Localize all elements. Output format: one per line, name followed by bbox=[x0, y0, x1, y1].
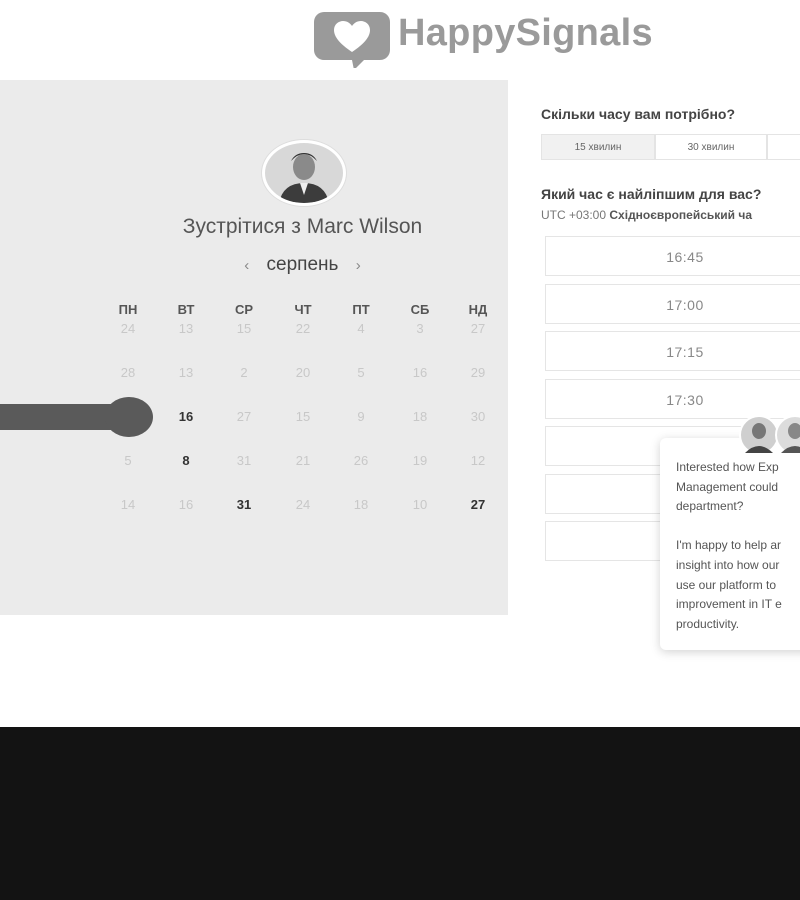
calendar-day: 13 bbox=[178, 365, 194, 380]
calendar-day-available[interactable]: 27 bbox=[458, 497, 498, 512]
duration-question: Скільки часу вам потрібно? bbox=[541, 106, 736, 122]
calendar-day-available[interactable]: 31 bbox=[224, 497, 264, 512]
calendar-day: 18 bbox=[353, 497, 369, 512]
chat-agent-avatars-icon bbox=[739, 415, 800, 455]
calendar-day: 21 bbox=[295, 453, 311, 468]
duration-15-button[interactable]: 15 хвилин bbox=[541, 134, 655, 160]
calendar-day: 27 bbox=[470, 321, 486, 336]
chat-line: improvement in IT e bbox=[676, 597, 782, 612]
person-photo-icon bbox=[265, 143, 343, 203]
calendar-day: 24 bbox=[295, 497, 311, 512]
footer-dark-area bbox=[0, 727, 800, 900]
chat-line: I'm happy to help ar bbox=[676, 538, 782, 553]
calendar-day: 5 bbox=[357, 365, 365, 380]
calendar-day: 15 bbox=[295, 409, 311, 424]
weekday-label: ПН bbox=[118, 302, 138, 317]
month-label: серпень bbox=[266, 254, 339, 275]
weekday-label: ВТ bbox=[177, 302, 195, 317]
meet-host-title: Зустрітися з Marc Wilson bbox=[182, 215, 423, 238]
chat-line: productivity. bbox=[676, 616, 740, 631]
calendar-day: 31 bbox=[236, 453, 252, 468]
calendar-day: 29 bbox=[470, 365, 486, 380]
calendar-day: 16 bbox=[178, 497, 194, 512]
calendar-day: 12 bbox=[470, 453, 486, 468]
calendar-day: 9 bbox=[357, 409, 365, 424]
time-question: Який час є найліпшим для вас? bbox=[541, 186, 762, 202]
chat-line: department? bbox=[676, 499, 744, 514]
calendar-day: 5 bbox=[124, 453, 132, 468]
chat-line: Management could bbox=[676, 479, 779, 494]
weekday-label: ЧТ bbox=[294, 302, 312, 317]
weekday-label: СБ bbox=[410, 302, 430, 317]
time-slot-button[interactable]: 16:45 bbox=[545, 236, 800, 276]
calendar-day: 4 bbox=[357, 321, 365, 336]
calendar-day: 22 bbox=[295, 321, 311, 336]
month-navigation: ‹ серпень › bbox=[0, 254, 605, 276]
heart-chat-icon bbox=[314, 12, 390, 68]
timezone-name: Східноєвропейський ча bbox=[609, 208, 753, 222]
weekday-label: НД bbox=[468, 302, 488, 317]
calendar-panel bbox=[0, 80, 508, 615]
time-slot-button[interactable]: 17:15 bbox=[545, 331, 800, 371]
brand-name: HappySignals bbox=[398, 12, 653, 54]
duration-more-button[interactable] bbox=[767, 134, 800, 160]
calendar-day-available[interactable]: 16 bbox=[166, 409, 206, 424]
host-avatar bbox=[262, 140, 346, 206]
selected-day-circle[interactable] bbox=[105, 397, 153, 437]
duration-30-button[interactable]: 30 хвилин bbox=[655, 134, 767, 160]
chat-line: insight into how our bbox=[676, 558, 780, 572]
calendar-day: 24 bbox=[120, 321, 136, 336]
calendar-day: 16 bbox=[412, 365, 428, 380]
chat-line: use our platform to bbox=[676, 577, 777, 592]
calendar-day: 27 bbox=[236, 409, 252, 424]
calendar-day: 28 bbox=[120, 365, 136, 380]
calendar-day: 10 bbox=[412, 497, 428, 512]
calendar-day: 14 bbox=[120, 497, 136, 512]
calendar-day: 3 bbox=[416, 321, 424, 336]
calendar-day: 26 bbox=[353, 453, 369, 468]
time-slot-button[interactable]: 17:00 bbox=[545, 283, 800, 324]
timezone-selector[interactable]: UTC +03:00 Східноєвропейський ча bbox=[541, 208, 752, 222]
calendar-day: 20 bbox=[295, 365, 311, 380]
calendar-day: 15 bbox=[236, 321, 252, 336]
calendar-day-available[interactable]: 8 bbox=[166, 453, 206, 468]
calendar-day: 18 bbox=[412, 409, 428, 424]
calendar-day: 19 bbox=[412, 453, 428, 468]
chat-line: Interested how Exp bbox=[676, 460, 779, 474]
weekday-label: СР bbox=[234, 302, 254, 317]
chevron-right-icon[interactable]: › bbox=[344, 257, 373, 274]
time-slot-button[interactable]: 17:30 bbox=[545, 378, 800, 419]
timezone-offset: UTC +03:00 bbox=[541, 208, 607, 222]
calendar-day: 2 bbox=[240, 365, 248, 380]
chevron-left-icon[interactable]: ‹ bbox=[232, 257, 261, 274]
calendar-day: 13 bbox=[178, 321, 194, 336]
weekday-label: ПТ bbox=[352, 302, 370, 317]
calendar-day: 30 bbox=[470, 409, 486, 424]
